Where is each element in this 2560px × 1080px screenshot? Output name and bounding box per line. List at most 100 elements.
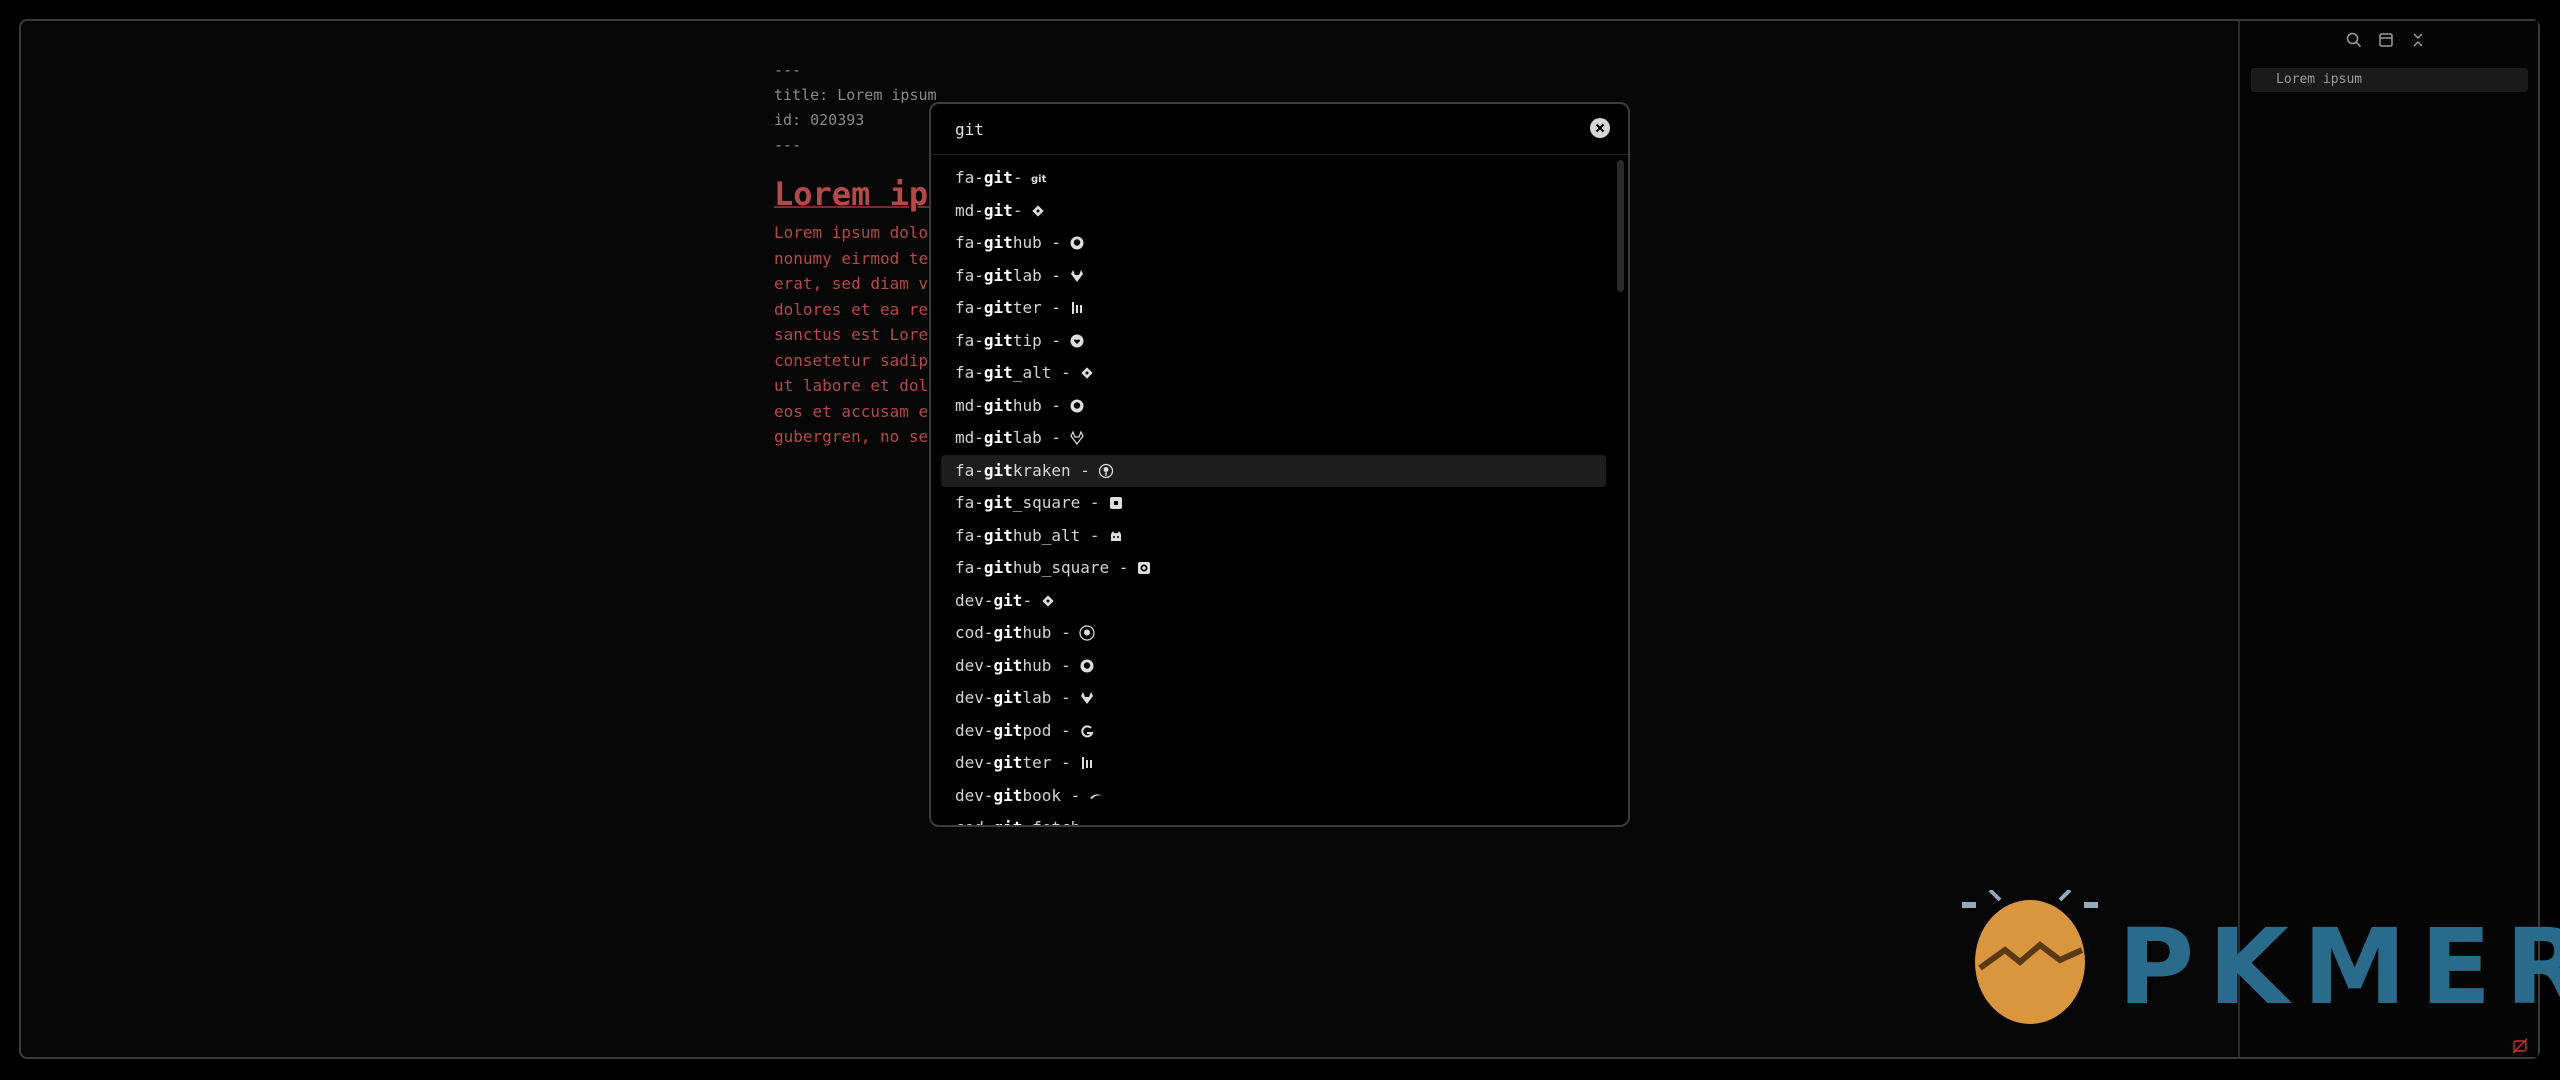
result-prefix: md-: [955, 200, 984, 220]
git-square-icon: [1109, 497, 1122, 510]
outline-item[interactable]: Lorem ipsum: [2251, 68, 2528, 92]
result-prefix: fa-: [955, 363, 984, 382]
gittip-icon: [1070, 334, 1084, 348]
result-item[interactable]: dev-git ter -: [941, 747, 1606, 780]
close-icon: [1595, 123, 1605, 133]
result-item[interactable]: dev-git lab -: [941, 682, 1606, 715]
editor-pane[interactable]: --- title: Lorem ipsum id: 020393 --- Lo…: [774, 58, 937, 450]
result-prefix: fa-: [955, 460, 984, 480]
result-match: git: [983, 200, 1013, 220]
result-prefix: md-: [955, 428, 984, 447]
svg-text:git: git: [1031, 174, 1046, 185]
result-suffix: lab -: [1012, 428, 1061, 447]
frontmatter-line: id: 020393: [774, 111, 865, 129]
result-item[interactable]: fa-git hub_square -: [941, 552, 1606, 585]
result-suffix: hub -: [1022, 623, 1071, 642]
result-match: git: [993, 753, 1023, 772]
body-line: nonumy eirmod te: [774, 248, 929, 268]
result-match: git: [993, 688, 1023, 707]
result-item[interactable]: md-git -: [941, 195, 1606, 228]
sync-off-icon[interactable]: [2512, 1038, 2528, 1054]
result-item[interactable]: cod-git_fetch -: [941, 812, 1606, 825]
result-item[interactable]: dev-git -: [941, 585, 1606, 618]
result-prefix: dev-: [955, 590, 994, 610]
logo-mark: [1962, 890, 2098, 1024]
result-item[interactable]: fa-git hub_alt -: [941, 520, 1606, 553]
result-suffix: hub -: [1012, 395, 1061, 415]
result-suffix: -: [1022, 590, 1033, 610]
result-prefix: dev-: [955, 655, 994, 675]
result-prefix: dev-: [955, 785, 994, 805]
result-item[interactable]: fa-git lab -: [941, 260, 1606, 293]
result-prefix: fa-: [955, 265, 984, 285]
result-item[interactable]: fa-git _alt -: [941, 357, 1606, 390]
gitlab-icon: [1070, 269, 1083, 282]
result-prefix: fa-: [955, 558, 984, 577]
result-item[interactable]: dev-git hub -: [941, 650, 1606, 683]
body-line: eos et accusam e: [774, 401, 929, 421]
search-icon[interactable]: [2345, 31, 2363, 49]
result-item[interactable]: fa-git _square -: [941, 487, 1606, 520]
result-item[interactable]: dev-git pod -: [941, 715, 1606, 748]
result-match: git: [993, 785, 1023, 805]
gitter-icon: [1071, 302, 1082, 315]
result-match: git: [983, 395, 1013, 415]
result-item[interactable]: fa-git tip -: [941, 325, 1606, 358]
git-text-icon: git: [1031, 174, 1046, 185]
result-match: git: [983, 233, 1013, 252]
result-suffix: book -: [1022, 785, 1081, 805]
results-scrollbar[interactable]: [1617, 160, 1624, 292]
body-line: Lorem ipsum dolo: [774, 223, 929, 242]
result-match: git: [994, 812, 1023, 825]
result-suffix: hub_square -: [1012, 558, 1129, 577]
result-item[interactable]: fa-git ter -: [941, 292, 1606, 325]
bookmark-icon[interactable]: [2377, 31, 2395, 49]
result-suffix: _fetch -: [1022, 812, 1099, 825]
result-item[interactable]: dev-git book -: [941, 780, 1606, 813]
icon-picker-modal: fa-git -gitmd-git -fa-github -fa-gitlab …: [929, 102, 1630, 827]
frontmatter-line: ---: [774, 61, 802, 79]
result-match: git: [983, 168, 1013, 187]
document-heading: Lorem ipsum: [774, 175, 934, 213]
body-line: dolores et ea re: [774, 299, 929, 319]
result-match: git: [993, 720, 1023, 740]
result-item[interactable]: cod-git hub -: [941, 617, 1606, 650]
result-suffix: -: [1012, 168, 1023, 187]
git-diamond-icon: [1032, 205, 1045, 217]
result-match: git: [983, 428, 1013, 447]
result-suffix: -: [1012, 200, 1023, 220]
result-prefix: dev-: [955, 688, 994, 707]
gitkraken-icon: [1098, 463, 1114, 478]
collapse-icon[interactable]: [2409, 31, 2427, 49]
result-item[interactable]: fa-git - git: [941, 162, 1606, 195]
result-suffix: _alt -: [1012, 363, 1071, 382]
github-icon: [1070, 399, 1084, 413]
sidebar-toolbar: [2345, 31, 2427, 49]
result-match: git: [983, 558, 1013, 577]
result-suffix: hub -: [1012, 233, 1061, 252]
gitlab-icon: [1080, 692, 1093, 705]
result-prefix: dev-: [955, 753, 994, 772]
result-item[interactable]: md-git lab -: [941, 422, 1606, 455]
gitpod-icon: [1080, 725, 1094, 738]
result-match: git: [993, 590, 1023, 610]
search-input[interactable]: [955, 116, 1555, 142]
body-line: ut labore et dol: [774, 376, 929, 395]
results-list: fa-git - git md-git - fa-git hub - fa-git lab …: [941, 162, 1606, 825]
result-match: git: [983, 330, 1013, 350]
result-prefix: md-: [955, 395, 984, 415]
result-prefix: cod-: [955, 623, 994, 642]
clear-button[interactable]: [1590, 118, 1610, 138]
result-suffix: hub -: [1022, 655, 1071, 675]
document-body: Lorem ipsum dolo nonumy eirmod te erat, …: [774, 220, 937, 450]
result-item[interactable]: fa-git hub -: [941, 227, 1606, 260]
github-alt-icon: [1110, 530, 1121, 541]
result-prefix: fa-: [955, 493, 984, 512]
gitlab-outline-icon: [1070, 430, 1084, 446]
result-item[interactable]: md-git hub -: [941, 390, 1606, 423]
result-suffix: ter -: [1012, 298, 1061, 317]
result-match: git: [993, 623, 1023, 642]
git-diamond-icon: [1080, 367, 1093, 379]
result-item[interactable]: fa-git kraken -: [941, 454, 1606, 487]
body-line: consetetur sadip: [774, 350, 929, 370]
